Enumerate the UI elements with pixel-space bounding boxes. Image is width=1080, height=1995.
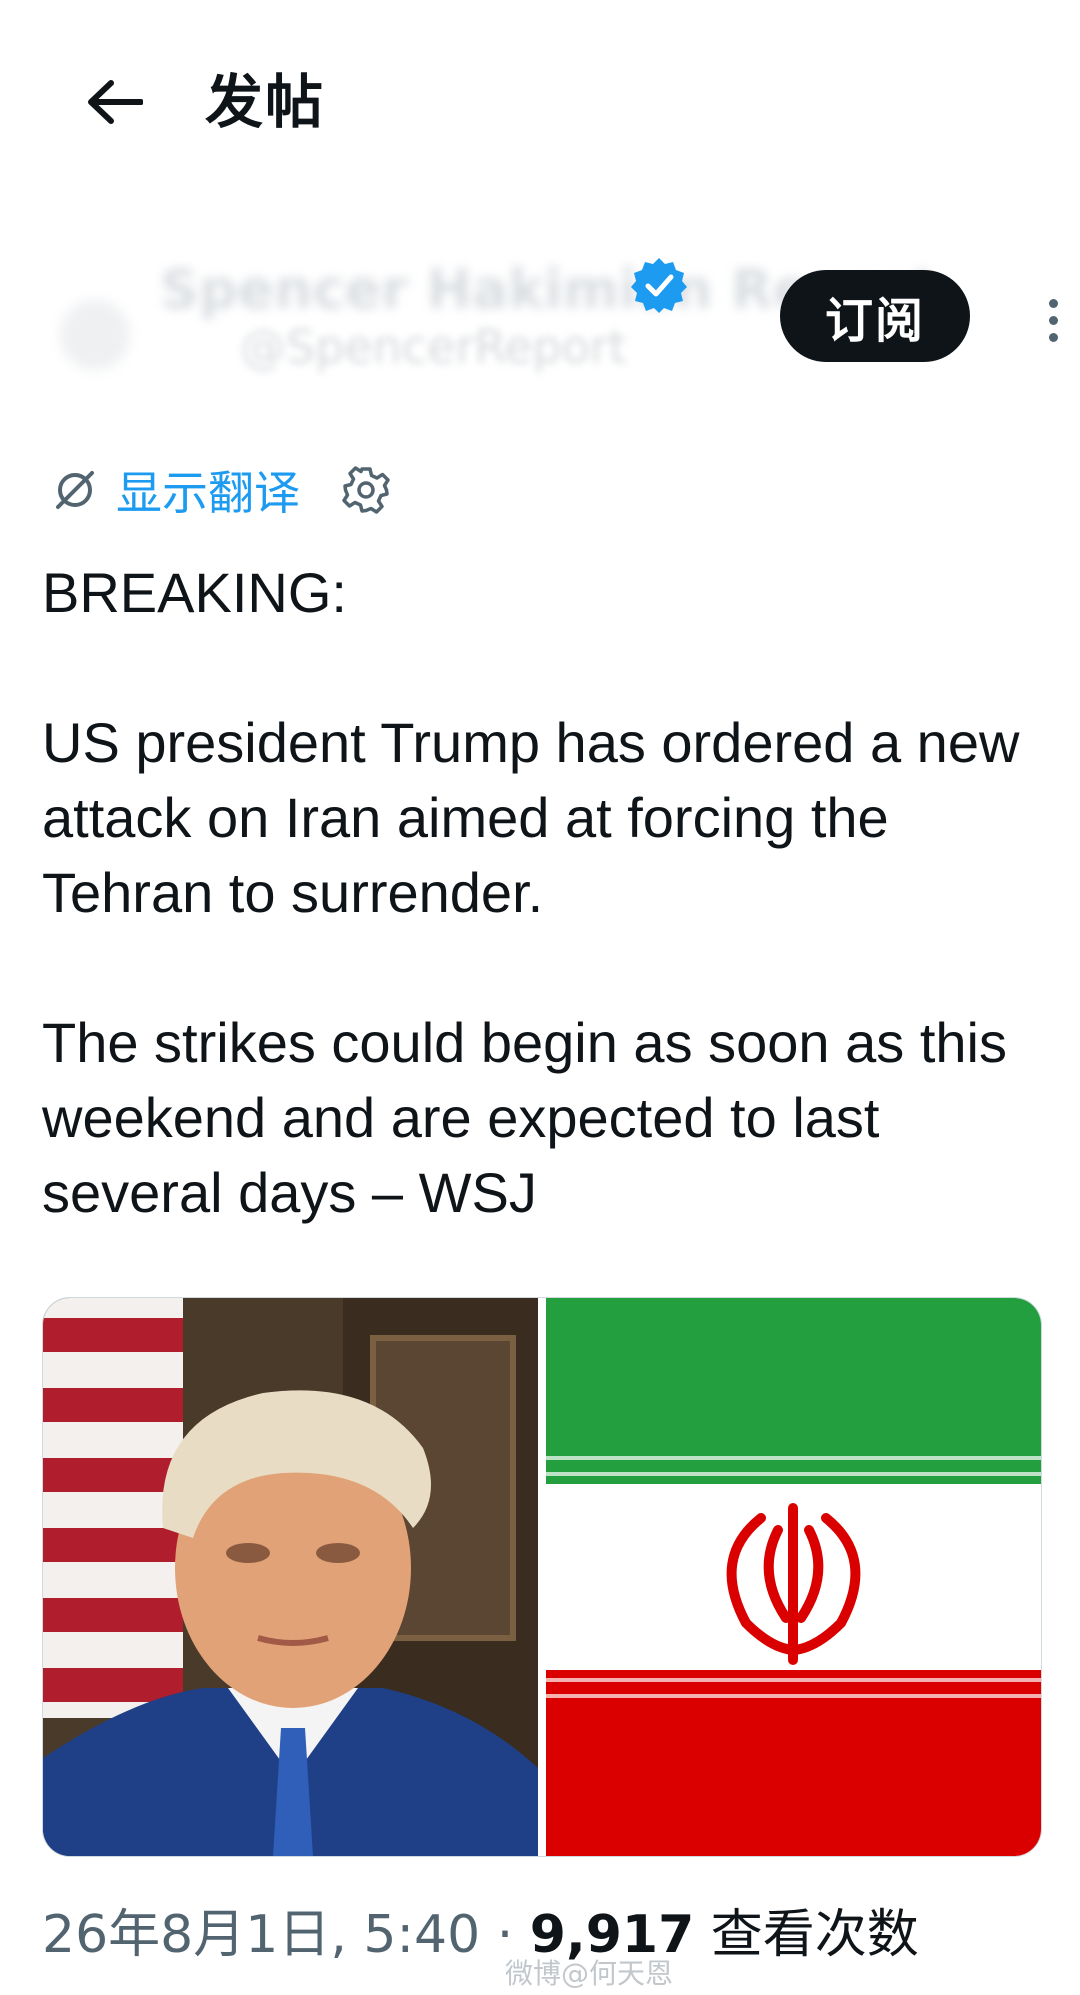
avatar[interactable] [60, 300, 130, 370]
media-grid [42, 1297, 1042, 1857]
show-translation-link[interactable]: 显示翻译 [52, 457, 300, 523]
arrow-left-icon [88, 80, 143, 124]
tweet-line: US president Trump has ordered a new att… [42, 711, 1020, 924]
gear-icon [342, 466, 390, 514]
iran-flag-image[interactable] [546, 1298, 1041, 1856]
translation-settings-button[interactable] [342, 466, 390, 514]
tweet-line: BREAKING: [42, 561, 347, 624]
post-time[interactable]: 5:40 [363, 1905, 480, 1965]
translate-row: 显示翻译 [52, 455, 390, 525]
trump-portrait-image[interactable] [43, 1298, 538, 1856]
post-meta: 26年8月1日, 5:40 · 9,917 查看次数 [42, 1905, 919, 1965]
tweet-text: BREAKING: US president Trump has ordered… [42, 555, 1042, 1230]
post-date[interactable]: 26年8月1日 [42, 1905, 330, 1965]
iran-flag-illustration [546, 1298, 1041, 1856]
subscribe-button[interactable]: 订阅 [780, 270, 970, 362]
show-translation-label: 显示翻译 [116, 466, 300, 520]
page-title: 发帖 [205, 68, 326, 136]
author-row: Spencer Hakimian Report @SpencerReport 订… [50, 240, 1058, 400]
more-options-icon[interactable] [1030, 290, 1076, 350]
translate-icon [56, 471, 94, 509]
watermark: 微博@何天恩 [505, 1957, 674, 1990]
top-bar: 发帖 [0, 0, 1080, 200]
author-handle[interactable]: @SpencerReport [240, 320, 627, 374]
views-label[interactable]: 查看次数 [711, 1905, 919, 1965]
verified-badge-icon [631, 258, 687, 313]
portrait-illustration [43, 1298, 538, 1856]
tweet-line: The strikes could begin as soon as this … [42, 1011, 1007, 1224]
back-button[interactable] [70, 62, 160, 142]
